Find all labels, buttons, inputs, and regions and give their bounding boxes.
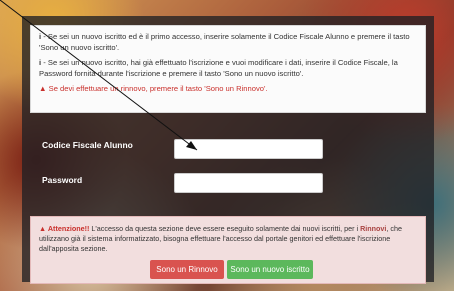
annotation-arrow: [0, 0, 198, 151]
